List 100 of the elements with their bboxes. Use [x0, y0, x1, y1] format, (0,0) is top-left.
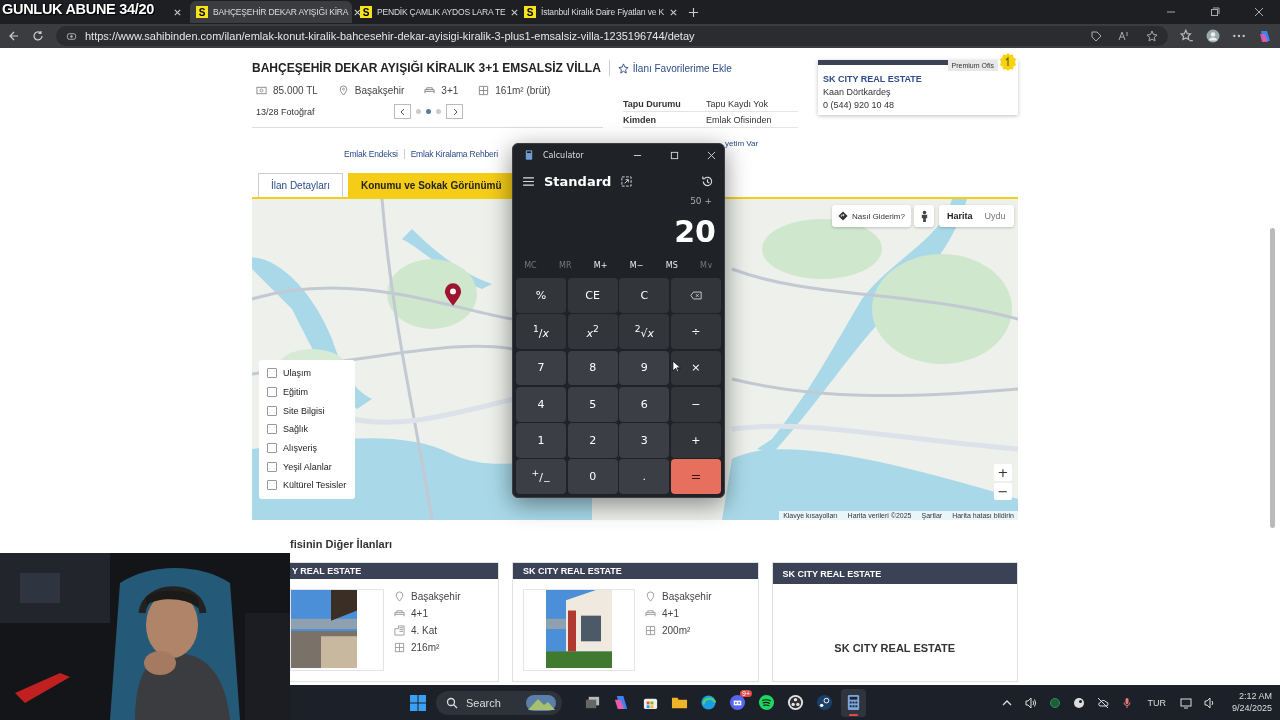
office-name: SK CITY REAL ESTATE [523, 566, 622, 576]
start-icon[interactable] [410, 694, 426, 711]
address-bar[interactable]: https://www.sahibinden.com/ilan/emlak-konut-kiralik-bahcesehir-dekar-ayisigi-kiralik-3-plus1-emsalsiz-villa-1235196744/detay [56, 26, 1168, 46]
monitor-icon[interactable] [1179, 696, 1192, 709]
next-photo-button[interactable] [446, 104, 463, 119]
calculator-key[interactable]: − [670, 386, 721, 422]
calculator-key[interactable]: % [516, 278, 567, 313]
info-link[interactable]: Emlak Kiralama Rehberi [410, 148, 498, 159]
bed-icon [424, 85, 436, 96]
maximize-icon[interactable] [670, 150, 679, 160]
calculator-key[interactable]: 2 [567, 423, 618, 458]
calculator-key[interactable]: 3 [619, 423, 670, 458]
calculator-key[interactable]: + [670, 423, 721, 458]
calculator-key[interactable]: 4 [516, 386, 567, 422]
browser-tab[interactable]: S PENDİK ÇAMLIK AYDOS LARA TE [354, 1, 516, 23]
calculator-key[interactable]: $^{1}$/x [516, 314, 567, 349]
layer-checkbox[interactable]: Eğitim [267, 382, 347, 402]
directions-button[interactable]: Nasıl Giderim? [832, 205, 911, 227]
layer-checkbox[interactable]: Alışveriş [267, 438, 347, 458]
page-dot[interactable] [426, 109, 431, 114]
info-link[interactable]: Emlak Endeksi [344, 148, 398, 159]
browser-tab[interactable]: S İstanbul Kiralık Daire Fiyatları ve K [518, 1, 680, 23]
page-dot[interactable] [436, 109, 441, 114]
language-indicator[interactable]: TUR [1147, 697, 1166, 708]
street-view-button[interactable] [914, 205, 934, 227]
calculator-key[interactable]: 7 [516, 350, 567, 386]
calculator-key[interactable]: 1 [516, 423, 567, 458]
detail-tab[interactable]: İlan Detayları [258, 173, 343, 197]
history-icon[interactable] [701, 174, 714, 188]
calculator-key[interactable]: × [670, 350, 721, 386]
detail-tab[interactable]: Konumu ve Sokak Görünümü [347, 173, 515, 197]
speaker-icon[interactable] [1203, 696, 1216, 709]
speaker-icon[interactable] [1025, 696, 1038, 709]
person-icon [919, 209, 929, 223]
layer-checkbox[interactable]: Ulaşım [267, 364, 347, 383]
equals-button[interactable]: = [670, 459, 721, 494]
add-favorite-link[interactable]: İlanı Favorilerime Ekle [617, 62, 732, 74]
location-pin-icon [645, 591, 656, 602]
tag-icon[interactable] [1090, 30, 1102, 42]
location-pin-icon [337, 85, 349, 96]
close-icon[interactable] [510, 7, 520, 17]
calculator-key[interactable]: 5 [567, 386, 618, 422]
layer-checkbox[interactable]: Kültürel Tesisler [267, 476, 347, 495]
detail-label: Kimden [623, 114, 657, 125]
close-icon[interactable] [1254, 7, 1264, 17]
layer-checkbox[interactable]: Yeşil Alanlar [267, 457, 347, 477]
memory-button[interactable]: M+ [589, 260, 612, 270]
calculator-key[interactable]: 8 [567, 350, 618, 386]
calculator-key[interactable]: . [619, 459, 670, 494]
previous-photo-button[interactable] [394, 104, 411, 119]
building-icon [394, 625, 405, 636]
restore-icon[interactable] [1210, 7, 1220, 17]
calculator-app-icon[interactable] [841, 688, 866, 717]
close-icon[interactable] [669, 7, 678, 17]
memory-button[interactable]: MS [661, 260, 682, 270]
listing-card[interactable]: SK CITY REAL ESTATE SK CITY REAL ESTATE [771, 562, 1018, 682]
spec-text: 161m² (brüt) [495, 85, 551, 96]
search-icon [446, 696, 458, 709]
feature-text: 4. Kat [411, 625, 438, 636]
calculator-key[interactable]: $^{+}$/$_{−}$ [516, 459, 567, 494]
calculator-key[interactable]: ÷ [670, 314, 721, 349]
page-dot[interactable] [416, 109, 421, 114]
backspace-button[interactable] [670, 278, 721, 313]
agent-office-link[interactable]: SK CITY REAL ESTATE [823, 74, 1013, 84]
listing-card[interactable]: SK CITY REAL ESTATE Başakşehir 4+1 200m² [512, 562, 759, 682]
layer-checkbox[interactable]: Site Bilgisi [267, 401, 347, 421]
cloud-off-icon[interactable] [1097, 696, 1110, 709]
memory-button[interactable]: M− [625, 260, 648, 270]
spec-text: 85.000 TL [273, 85, 318, 96]
star-icon[interactable] [1146, 30, 1158, 42]
calculator-icon [845, 694, 862, 711]
search-field[interactable]: Search [436, 690, 562, 715]
circle-icon[interactable] [1049, 696, 1062, 709]
calculator-key[interactable]: x$^{2}$ [567, 314, 618, 349]
clock[interactable]: 2:12 AM 9/24/2025 [1231, 690, 1272, 715]
calculator-key[interactable]: 9 [619, 350, 670, 386]
listing-title: BAHÇEŞEHİR DEKAR AYIŞIĞI KİRALIK 3+1 EMSALSİZ VİLLA [252, 61, 601, 75]
close-icon[interactable] [173, 7, 182, 17]
calculator-key[interactable]: $^{2}$√x [619, 314, 670, 349]
back-icon[interactable] [8, 30, 20, 42]
calculator-key[interactable]: CE [567, 278, 618, 313]
favorites-icon[interactable] [1180, 29, 1194, 43]
zoom-out-button[interactable]: − [994, 483, 1012, 500]
zoom-in-button[interactable]: + [994, 464, 1012, 481]
refresh-icon[interactable] [32, 30, 44, 42]
calculator-key[interactable]: C [619, 278, 670, 313]
layer-checkbox[interactable]: Sağlık [267, 420, 347, 439]
read-aloud-icon[interactable] [1118, 30, 1130, 42]
menu-icon[interactable] [523, 176, 534, 186]
spec-text: Başakşehir [354, 85, 405, 96]
grid-icon [645, 625, 656, 636]
profile-icon[interactable] [1206, 29, 1220, 43]
new-tab-icon[interactable] [688, 6, 699, 18]
map-pin-icon[interactable] [444, 283, 462, 307]
calculator-key[interactable]: 0 [567, 459, 618, 494]
listing-card[interactable]: Y REAL ESTATE Başakşehir 4+1 4. Kat 216m² [290, 562, 499, 682]
grid-icon [478, 85, 490, 96]
keep-on-top-icon[interactable] [621, 175, 633, 187]
detail-link[interactable]: yetim Var [725, 139, 759, 148]
calculator-key[interactable]: 6 [619, 386, 670, 422]
